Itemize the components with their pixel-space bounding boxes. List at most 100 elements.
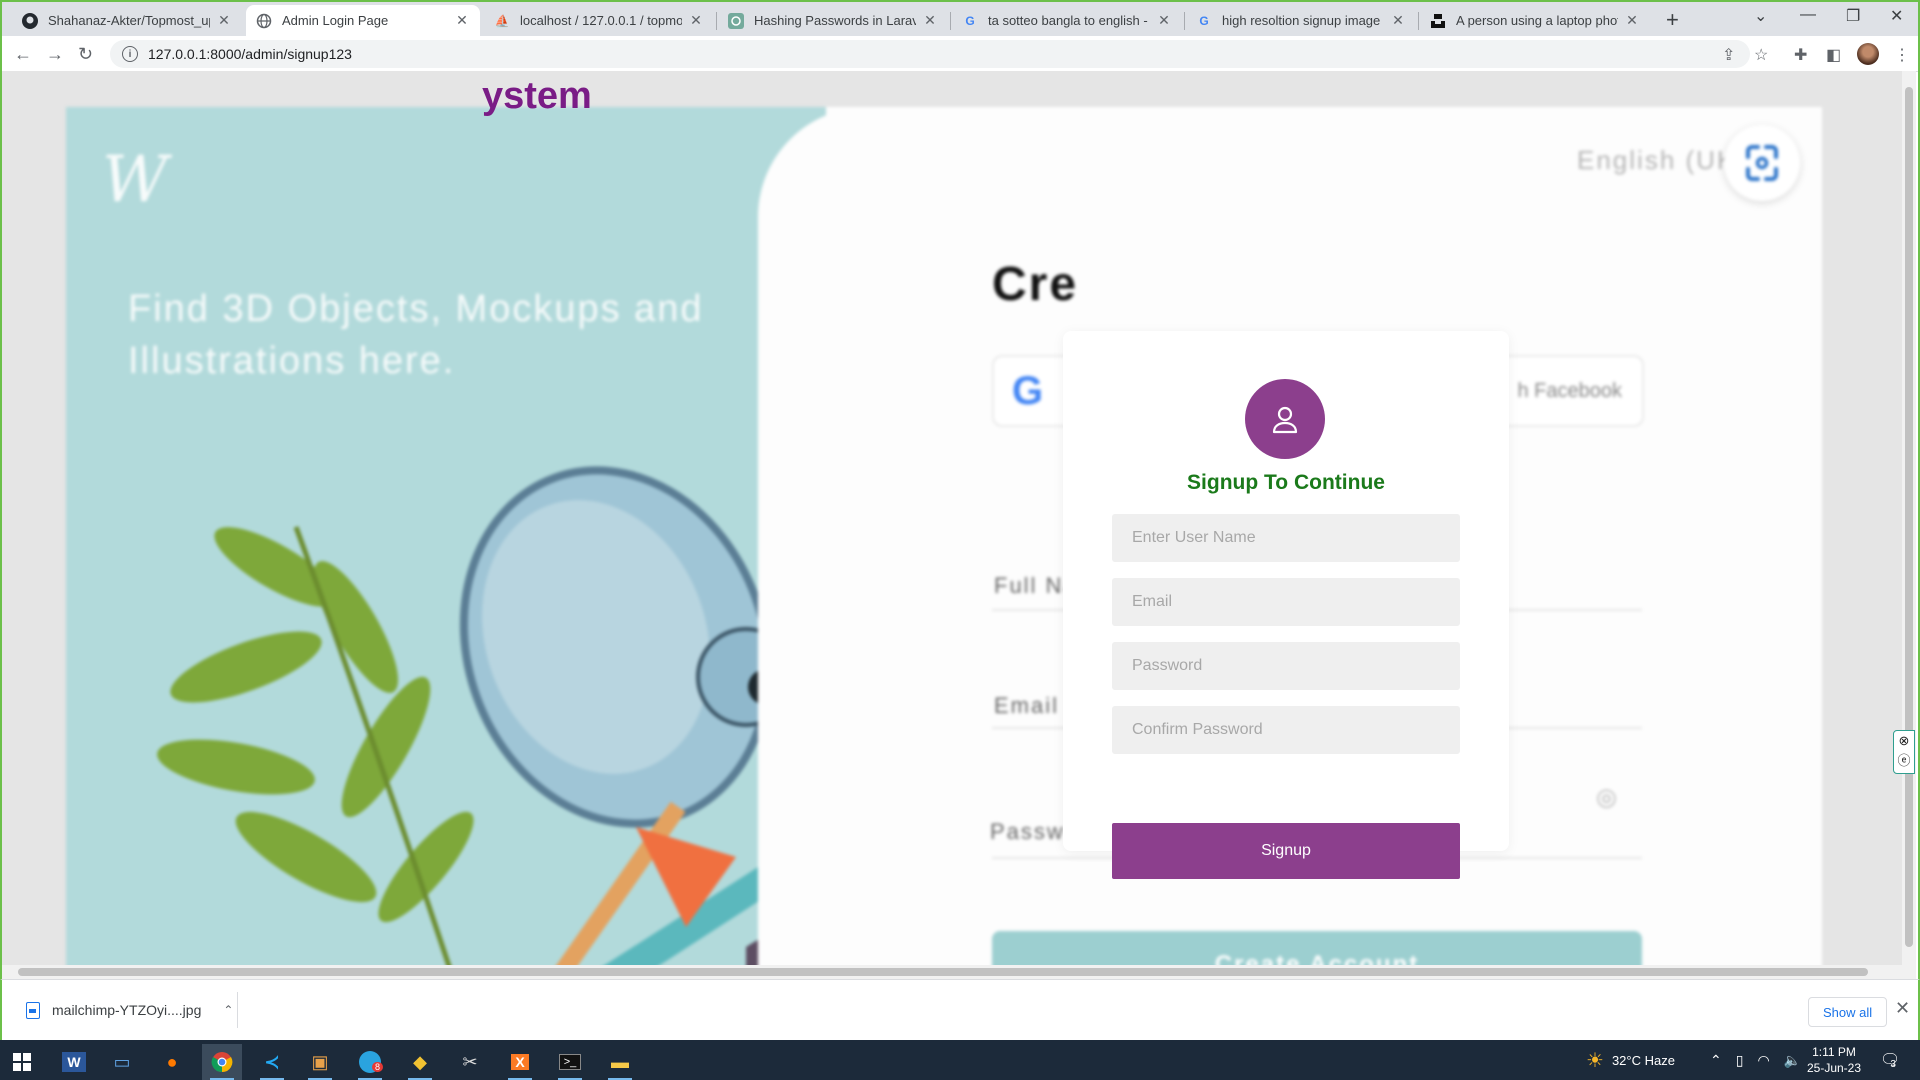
git-app[interactable]: ◆ bbox=[400, 1044, 440, 1080]
phpmyadmin-icon: ⛵ bbox=[494, 13, 510, 28]
hero-panel: W Find 3D Objects, Mockups and Illustrat… bbox=[66, 107, 946, 965]
tab-search-icon[interactable]: ⌄ bbox=[1754, 6, 1767, 26]
tab-chatgpt[interactable]: Hashing Passwords in Laravel ✕ bbox=[718, 5, 948, 36]
close-window-icon[interactable]: ✕ bbox=[1890, 6, 1903, 26]
share-icon[interactable]: ⇪ bbox=[1722, 45, 1735, 65]
tab-google-search[interactable]: G high resoltion signup image fro ✕ bbox=[1186, 5, 1416, 36]
tab-title: A person using a laptop photo - bbox=[1456, 13, 1618, 28]
start-button[interactable] bbox=[2, 1044, 42, 1080]
close-tab-icon[interactable]: ✕ bbox=[1390, 12, 1406, 29]
download-item[interactable]: mailchimp-YTZOyi....jpg ⌃ bbox=[18, 992, 238, 1028]
horizontal-scrollbar[interactable] bbox=[2, 965, 1916, 979]
paint-app[interactable]: ▣ bbox=[300, 1044, 340, 1080]
tab-unsplash[interactable]: A person using a laptop photo - ✕ bbox=[1420, 5, 1650, 36]
close-tab-icon[interactable]: ✕ bbox=[454, 12, 470, 29]
hide-password-icon[interactable]: ◎ bbox=[1596, 783, 1617, 812]
word-app[interactable]: W bbox=[54, 1044, 94, 1080]
snipping-app[interactable]: ✂ bbox=[450, 1044, 490, 1080]
clock-time: 1:11 PM bbox=[1812, 1045, 1856, 1059]
tab-admin-login[interactable]: Admin Login Page ✕ bbox=[246, 5, 480, 36]
tab-title: Shahanaz-Akter/Topmost_updat bbox=[48, 13, 210, 28]
xampp-app[interactable]: X bbox=[500, 1044, 540, 1080]
firefox-icon: ● bbox=[166, 1051, 178, 1072]
facebook-button-label: h Facebook bbox=[1517, 379, 1622, 402]
restore-icon[interactable]: ❐ bbox=[1846, 6, 1860, 26]
bookmark-star-icon[interactable]: ☆ bbox=[1754, 45, 1768, 65]
meet-now-icon[interactable]: ▯ bbox=[1736, 1052, 1744, 1069]
site-info-icon[interactable]: i bbox=[122, 46, 138, 62]
menu-icon[interactable]: ⋮ bbox=[1894, 45, 1910, 65]
chevron-up-icon[interactable]: ⌃ bbox=[1710, 1052, 1722, 1069]
profile-avatar[interactable] bbox=[1857, 43, 1879, 65]
confirm-password-input[interactable] bbox=[1112, 706, 1460, 754]
clock-date: 25-Jun-23 bbox=[1806, 1061, 1862, 1075]
download-filename: mailchimp-YTZOyi....jpg bbox=[52, 1002, 202, 1018]
browser-toolbar: ← → ↻ i 127.0.0.1:8000/admin/signup123 ⇪… bbox=[2, 36, 1918, 72]
chrome-icon bbox=[211, 1052, 233, 1073]
git-icon: ◆ bbox=[413, 1051, 427, 1072]
windows-taskbar: W ▭ ● ≺ ▣ 8 ◆ ✂ X >_ ▬ ☀ 32°C Haze ⌃ ▯ ◠… bbox=[0, 1040, 1920, 1080]
windows-icon bbox=[13, 1053, 31, 1071]
telegram-app[interactable]: 8 bbox=[350, 1044, 390, 1080]
tab-title: Hashing Passwords in Laravel bbox=[754, 13, 916, 28]
side-panel-icon[interactable]: ◧ bbox=[1826, 45, 1841, 65]
extension-side-widget[interactable]: ⊗ ⓔ bbox=[1893, 730, 1915, 774]
file-explorer-app[interactable]: ▬ bbox=[600, 1044, 640, 1080]
password-input[interactable] bbox=[1112, 642, 1460, 690]
tab-phpmyadmin[interactable]: ⛵ localhost / 127.0.0.1 / topmost_ ✕ bbox=[484, 5, 714, 36]
terminal-icon: >_ bbox=[558, 1054, 582, 1070]
folder-icon: ▬ bbox=[611, 1051, 629, 1072]
address-bar[interactable]: i 127.0.0.1:8000/admin/signup123 bbox=[110, 40, 1750, 68]
github-icon bbox=[22, 12, 38, 29]
extensions-icon[interactable]: ✚ bbox=[1794, 45, 1807, 65]
system-tray: ⌃ ▯ ◠ 🔈 bbox=[1710, 1040, 1801, 1080]
background-form-title: Cre bbox=[992, 258, 1079, 311]
notification-count: 3 bbox=[1890, 1058, 1896, 1070]
xampp-icon: X bbox=[511, 1054, 529, 1070]
close-tab-icon[interactable]: ✕ bbox=[1624, 12, 1640, 29]
email-label: Email bbox=[994, 693, 1060, 718]
chevron-up-icon[interactable]: ⌃ bbox=[223, 1003, 233, 1017]
vertical-scrollbar[interactable] bbox=[1902, 71, 1916, 965]
close-tab-icon[interactable]: ✕ bbox=[922, 12, 938, 29]
file-icon bbox=[26, 1001, 40, 1019]
explorer-app[interactable]: ▭ bbox=[102, 1044, 142, 1080]
signup-button[interactable]: Signup bbox=[1112, 823, 1460, 879]
background-signup-card: W Find 3D Objects, Mockups and Illustrat… bbox=[66, 107, 1822, 965]
volume-icon[interactable]: 🔈 bbox=[1784, 1052, 1801, 1069]
close-tab-icon[interactable]: ✕ bbox=[216, 12, 232, 29]
vscode-app[interactable]: ≺ bbox=[252, 1044, 292, 1080]
firefox-app[interactable]: ● bbox=[152, 1044, 192, 1080]
close-tab-icon[interactable]: ✕ bbox=[688, 12, 704, 29]
taskbar-clock[interactable]: 1:11 PM 25-Jun-23 bbox=[1804, 1044, 1864, 1076]
chrome-app[interactable] bbox=[202, 1044, 242, 1080]
close-tab-icon[interactable]: ✕ bbox=[1156, 12, 1172, 29]
close-download-bar-icon[interactable]: ✕ bbox=[1895, 998, 1910, 1019]
notification-center[interactable]: 🗨 3 bbox=[1880, 1040, 1900, 1080]
forward-icon[interactable]: → bbox=[46, 44, 64, 65]
terminal-app[interactable]: >_ bbox=[550, 1044, 590, 1080]
signup-modal: Signup To Continue bbox=[1063, 331, 1509, 851]
username-input[interactable] bbox=[1112, 514, 1460, 562]
tab-github[interactable]: Shahanaz-Akter/Topmost_updat ✕ bbox=[12, 5, 242, 36]
tab-google-translate[interactable]: G ta sotteo bangla to english - Go ✕ bbox=[952, 5, 1182, 36]
back-icon[interactable]: ← bbox=[14, 44, 32, 65]
minimize-icon[interactable]: — bbox=[1800, 6, 1816, 24]
language-selector[interactable]: English (UK) bbox=[1577, 145, 1747, 176]
weather-widget[interactable]: ☀ 32°C Haze bbox=[1586, 1040, 1675, 1080]
show-all-button[interactable]: Show all bbox=[1808, 997, 1888, 1027]
scan-button[interactable] bbox=[1724, 125, 1800, 201]
wifi-icon[interactable]: ◠ bbox=[1757, 1052, 1769, 1069]
download-bar: mailchimp-YTZOyi....jpg ⌃ Show all ✕ bbox=[0, 979, 1920, 1040]
facebook-signin-button[interactable]: h Facebook bbox=[1496, 355, 1644, 427]
haze-sun-icon: ☀ bbox=[1586, 1049, 1604, 1072]
new-tab-icon[interactable]: + bbox=[1666, 7, 1679, 33]
create-account-button[interactable]: Create Account bbox=[992, 931, 1642, 965]
weather-text: 32°C Haze bbox=[1611, 1052, 1675, 1068]
word-icon: W bbox=[62, 1052, 86, 1072]
openai-icon bbox=[728, 12, 744, 29]
reload-icon[interactable]: ↻ bbox=[78, 44, 93, 65]
page-heading-fragment: ystem bbox=[482, 75, 592, 117]
page-viewport: W Find 3D Objects, Mockups and Illustrat… bbox=[2, 71, 1902, 965]
email-input[interactable] bbox=[1112, 578, 1460, 626]
